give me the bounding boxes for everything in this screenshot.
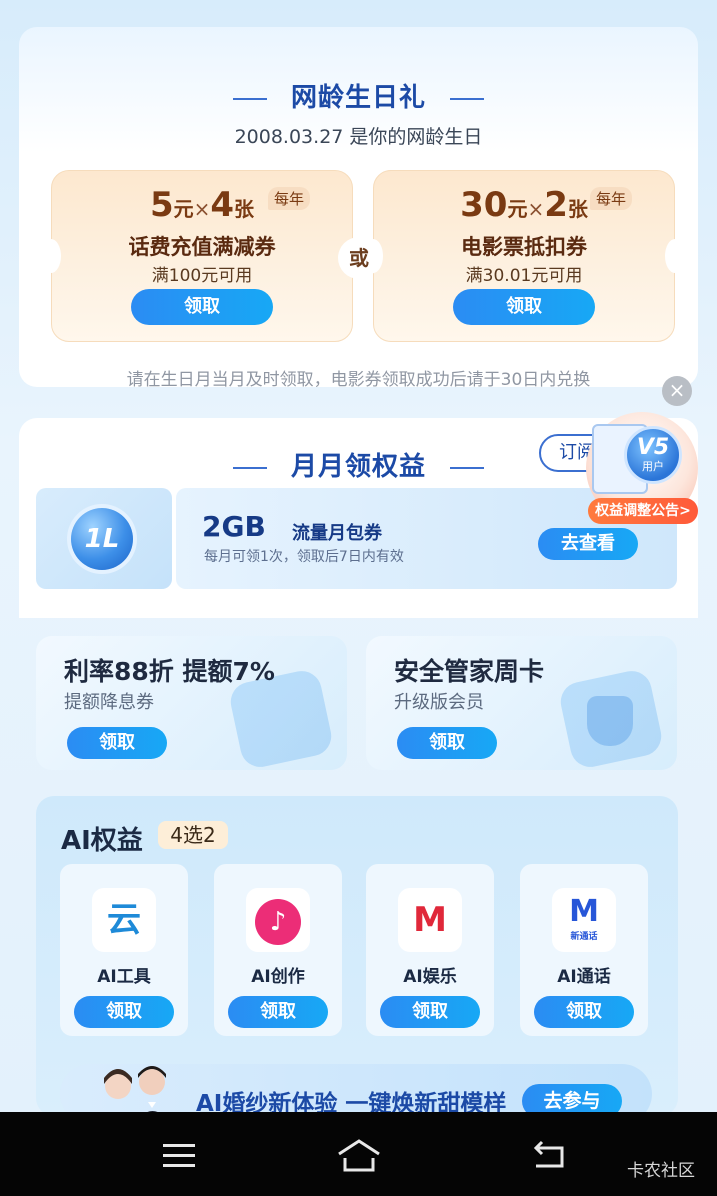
ai-item-creation[interactable]: ♪ AI创作 领取: [214, 864, 342, 1036]
benefit-adjust-notice-link[interactable]: 权益调整公告>: [588, 498, 698, 524]
coupon-count: 4: [210, 185, 235, 225]
call-icon-caption: 新通话: [570, 932, 598, 942]
promo-title: 利率88折 提额7%: [64, 657, 275, 686]
back-icon[interactable]: [528, 1136, 568, 1176]
claim-ai-creation-button[interactable]: 领取: [228, 996, 328, 1028]
ai-item-tools[interactable]: 云 AI工具 领取: [60, 864, 188, 1036]
coupon-times: ×: [527, 197, 545, 221]
coupon-count: 2: [544, 185, 568, 225]
title-line-left: [232, 466, 267, 469]
birthday-title: 网龄生日礼: [19, 77, 698, 114]
v5-level-badge: V5 用户: [624, 426, 682, 484]
birthday-note: 请在生日月当月及时领取，电影券领取成功后请于30日内兑换: [126, 370, 591, 390]
wedding-text: AI婚纱新体验 一键焕新甜模样: [196, 1091, 507, 1112]
promo-title: 安全管家周卡: [394, 657, 545, 686]
title-line-right: [450, 97, 484, 100]
birthday-title-text: 网龄生日礼: [290, 83, 426, 113]
claim-ai-tools-button[interactable]: 领取: [74, 996, 174, 1028]
movie-coupon: 30元×2张 每年 电影票抵扣券 满30.01元可用 领取: [363, 170, 685, 342]
security-promo-card[interactable]: 安全管家周卡 升级版会员 领取: [366, 636, 677, 770]
join-wedding-button[interactable]: 去参与: [522, 1084, 622, 1112]
data-pack-name: 流量月包券: [292, 523, 382, 544]
music-note-glyph: ♪: [255, 898, 301, 945]
coupon-count-unit: 张: [234, 197, 255, 221]
coupon-value: 5: [149, 185, 174, 225]
data-size: 2GB: [202, 510, 266, 543]
data-logo-icon: 1L: [71, 508, 133, 570]
view-data-pack-button[interactable]: 去查看: [538, 528, 638, 560]
promo-subtitle: 提额降息券: [64, 692, 154, 713]
coupon-name: 话费充值满减券: [128, 235, 276, 259]
coupon-count-unit: 张: [567, 197, 588, 221]
title-line-right: [450, 466, 484, 469]
couple-photo: [104, 1066, 166, 1112]
title-line-left: [232, 97, 267, 100]
ai-item-label: AI创作: [251, 967, 305, 987]
claim-security-button[interactable]: 领取: [397, 727, 497, 759]
watermark: 卡农社区: [627, 1161, 695, 1181]
claim-loan-button[interactable]: 领取: [67, 727, 167, 759]
cloud-icon: 云: [92, 888, 156, 952]
system-nav-bar: 卡农社区: [0, 1112, 717, 1196]
claim-ai-call-button[interactable]: 领取: [534, 996, 634, 1028]
claim-phone-coupon-button[interactable]: 领取: [131, 289, 273, 325]
claim-ai-entertainment-button[interactable]: 领取: [380, 996, 480, 1028]
coupon-condition: 满30.01元可用: [465, 266, 583, 286]
ai-title: AI权益: [61, 826, 143, 856]
ai-item-label: AI娱乐: [403, 967, 457, 987]
loan-promo-card[interactable]: 利率88折 提额7% 提额降息券 领取: [36, 636, 347, 770]
data-pack-logo-tile: 1L: [36, 488, 172, 589]
promo-subtitle: 升级版会员: [394, 692, 484, 713]
ai-item-call[interactable]: M 新通话 AI通话 领取: [520, 864, 648, 1036]
menu-icon[interactable]: [159, 1136, 199, 1176]
coupon-name: 电影票抵扣券: [461, 235, 587, 259]
phone-credit-coupon: 5元×4张 每年 话费充值满减券 满100元可用 领取: [41, 170, 363, 342]
ai-wedding-banner[interactable]: AI婚纱新体验 一键焕新甜模样 去参与: [60, 1064, 652, 1112]
coupon-value-unit: 元: [507, 197, 528, 221]
ai-choose-badge: 4选2: [158, 821, 228, 849]
data-pack-desc: 每月可领1次，领取后7日内有效: [204, 549, 404, 565]
music-icon: ♪: [246, 888, 310, 952]
birthday-card: 网龄生日礼 2008.03.27 是你的网龄生日 5元×4张 每年 话费充值满减…: [19, 27, 698, 390]
v5-level: V5: [636, 435, 670, 460]
page: 网龄生日礼 2008.03.27 是你的网龄生日 5元×4张 每年 话费充值满减…: [0, 0, 717, 1112]
call-icon: M 新通话: [552, 888, 616, 952]
coupon-condition: 满100元可用: [151, 266, 253, 286]
video-icon: M: [398, 888, 462, 952]
ai-item-entertainment[interactable]: M AI娱乐 领取: [366, 864, 494, 1036]
coupon-value-unit: 元: [173, 197, 194, 221]
coupon-times: ×: [193, 197, 211, 221]
yearly-badge: 每年: [589, 187, 632, 210]
birthday-subtitle: 2008.03.27 是你的网龄生日: [234, 126, 483, 148]
yearly-badge: 每年: [267, 187, 310, 210]
v5-user: 用户: [642, 460, 664, 473]
or-divider: 或: [338, 237, 380, 279]
claim-movie-coupon-button[interactable]: 领取: [453, 289, 595, 325]
home-icon[interactable]: [336, 1136, 382, 1176]
ai-item-label: AI通话: [557, 967, 611, 987]
call-icon-glyph: M: [569, 894, 599, 929]
coupon-value: 30: [460, 185, 508, 225]
shield-icon: [587, 696, 633, 746]
v5-notice-widget[interactable]: V5 用户 权益调整公告>: [586, 412, 698, 524]
monthly-title-text: 月月领权益: [290, 452, 426, 482]
ai-item-label: AI工具: [97, 967, 151, 987]
close-icon[interactable]: ×: [662, 376, 692, 406]
